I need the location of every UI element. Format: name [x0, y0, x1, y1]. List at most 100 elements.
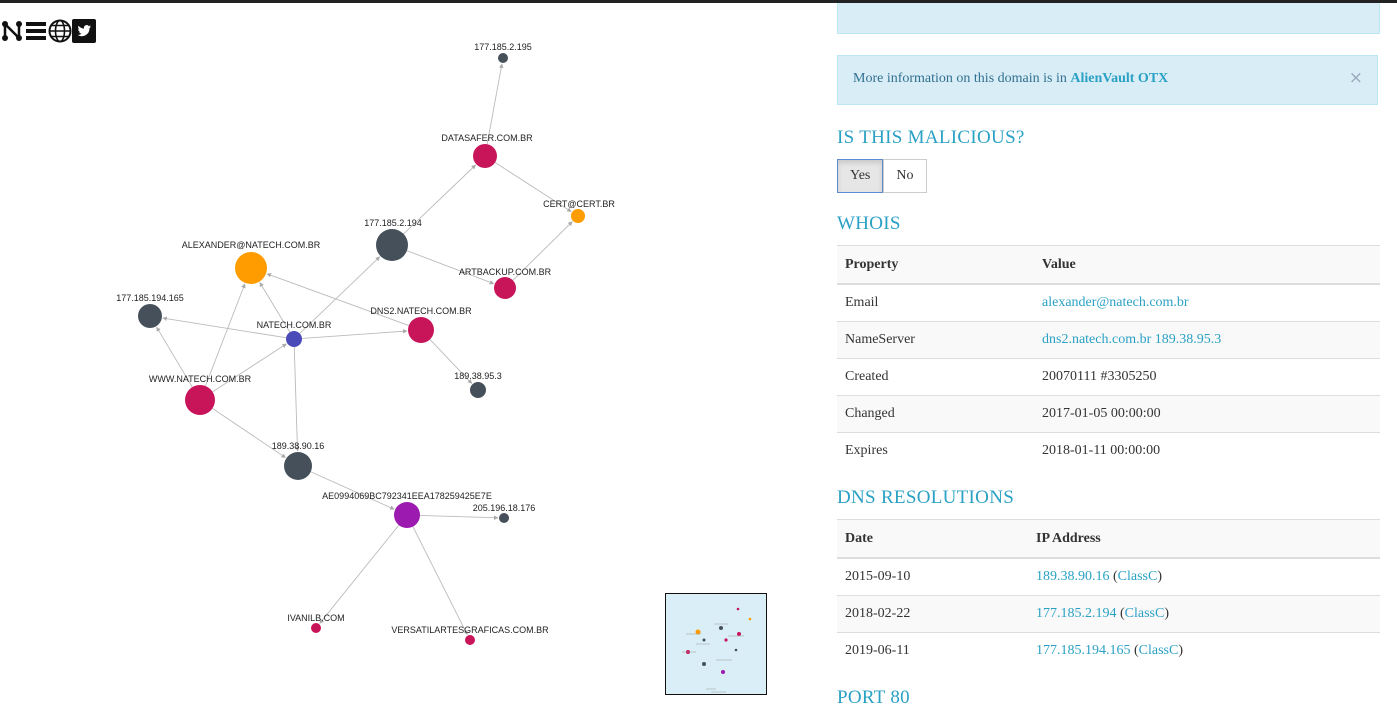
graph-node-ip[interactable]: 189.38.95.3	[454, 371, 502, 398]
whois-table: Property Value Email alexander@natech.co…	[837, 245, 1380, 469]
graph-node-label: 177.185.2.194	[364, 218, 422, 228]
graph-node-label: DNS2.NATECH.COM.BR	[370, 306, 472, 316]
whois-col-property: Property	[837, 245, 1034, 285]
graph-edge	[266, 273, 409, 326]
otx-alert-text: More information on this domain is in	[853, 71, 1071, 86]
whois-property: Expires	[837, 432, 1034, 469]
ip-link[interactable]: 189.38.90.16	[1036, 569, 1110, 584]
graph-node-circle[interactable]	[394, 502, 420, 528]
graph-node-label: 177.185.2.195	[474, 42, 532, 52]
list-icon[interactable]	[24, 17, 48, 45]
email-link[interactable]: alexander@natech.com.br	[1042, 295, 1189, 310]
dns-row: 2019-06-11 177.185.194.165 (ClassC)	[837, 632, 1380, 669]
graph-node-domain[interactable]: ARTBACKUP.COM.BR	[459, 267, 552, 299]
dns-date: 2015-09-10	[837, 557, 1028, 596]
graph-node-label: DATASAFER.COM.BR	[441, 133, 533, 143]
whois-value: alexander@natech.com.br	[1034, 283, 1380, 322]
graph-node-circle[interactable]	[376, 229, 408, 261]
graph-node-root[interactable]: NATECH.COM.BR	[257, 320, 332, 347]
info-panel: More information on this domain is in Al…	[837, 3, 1380, 708]
otx-alert-message: More information on this domain is in Al…	[853, 71, 1168, 87]
relationship-graph[interactable]: 177.185.2.195 DATASAFER.COM.BR CERT@CERT.B…	[0, 3, 820, 705]
graph-node-ip[interactable]: 177.185.2.194	[364, 218, 422, 261]
otx-alert: More information on this domain is in Al…	[837, 55, 1378, 105]
graph-node-domain[interactable]: VERSATILARTESGRAFICAS.COM.BR	[391, 625, 549, 645]
whois-row-nameserver: NameServer dns2.natech.com.br 189.38.95.…	[837, 321, 1380, 359]
no-button[interactable]: No	[883, 159, 927, 193]
dns-date: 2019-06-11	[837, 632, 1028, 669]
graph-node-circle[interactable]	[235, 252, 267, 284]
graph-node-label: IVANILB.COM	[287, 613, 344, 623]
graph-node-email[interactable]: CERT@CERT.BR	[543, 199, 615, 223]
graph-node-circle[interactable]	[284, 452, 312, 480]
ip-link[interactable]: 177.185.194.165	[1036, 643, 1131, 658]
graph-node-label: 177.185.194.165	[116, 293, 184, 303]
graph-node-label: 189.38.95.3	[454, 371, 502, 381]
graph-node-circle[interactable]	[286, 331, 302, 347]
graph-node-ip[interactable]: 205.196.18.176	[473, 503, 536, 523]
graph-edge	[319, 524, 400, 624]
graph-node-label: AE0994069BC792341EEA178259425E7E	[322, 491, 492, 501]
graph-edge	[412, 526, 468, 636]
whois-heading: WHOIS	[837, 213, 901, 234]
port-heading: PORT 80	[837, 687, 910, 708]
dns-table: Date IP Address 2015-09-10 189.38.90.16 …	[837, 519, 1380, 669]
graph-node-circle[interactable]	[571, 209, 585, 223]
graph-node-circle[interactable]	[311, 623, 321, 633]
dns-date: 2018-02-22	[837, 595, 1028, 633]
nameserver-link[interactable]: dns2.natech.com.br 189.38.95.3	[1042, 332, 1221, 347]
graph-node-circle[interactable]	[473, 144, 497, 168]
dns-ip-cell: 189.38.90.16 (ClassC)	[1028, 557, 1380, 596]
dns-col-ip: IP Address	[1028, 519, 1380, 559]
neo-logo-icon[interactable]	[0, 17, 24, 45]
graph-node-label: ALEXANDER@NATECH.COM.BR	[182, 240, 321, 250]
graph-node-hash[interactable]: AE0994069BC792341EEA178259425E7E	[322, 491, 492, 528]
globe-icon[interactable]	[48, 17, 72, 45]
top-alert	[837, 3, 1380, 34]
graph-node-domain[interactable]: IVANILB.COM	[287, 613, 345, 633]
whois-value: dns2.natech.com.br 189.38.95.3	[1034, 321, 1380, 359]
dns-row: 2018-02-22 177.185.2.194 (ClassC)	[837, 595, 1380, 633]
twitter-icon[interactable]	[72, 17, 96, 45]
graph-edge	[204, 283, 246, 387]
whois-col-value: Value	[1034, 245, 1380, 285]
graph-node-circle[interactable]	[499, 513, 509, 523]
ip-link[interactable]: 177.185.2.194	[1036, 606, 1117, 621]
dns-ip-cell: 177.185.2.194 (ClassC)	[1028, 595, 1380, 633]
class-link[interactable]: ClassC	[1125, 606, 1165, 621]
malicious-vote-group: Yes No	[837, 159, 927, 193]
graph-node-ip[interactable]: 177.185.2.195	[474, 42, 532, 63]
graph-node-ip[interactable]: 177.185.194.165	[116, 293, 184, 328]
whois-value: 2017-01-05 00:00:00	[1034, 395, 1380, 433]
graph-node-circle[interactable]	[465, 635, 475, 645]
class-link[interactable]: ClassC	[1118, 569, 1158, 584]
close-icon[interactable]: ×	[1349, 68, 1363, 88]
graph-node-circle[interactable]	[185, 385, 215, 415]
graph-node-domain[interactable]: WWW.NATECH.COM.BR	[149, 374, 252, 415]
graph-node-label: VERSATILARTESGRAFICAS.COM.BR	[391, 625, 549, 635]
graph-node-label: ARTBACKUP.COM.BR	[459, 267, 552, 277]
graph-node-circle[interactable]	[408, 317, 434, 343]
graph-node-circle[interactable]	[494, 277, 516, 299]
class-link[interactable]: ClassC	[1139, 643, 1179, 658]
graph-node-label: CERT@CERT.BR	[543, 199, 615, 209]
dns-header-row: Date IP Address	[837, 519, 1380, 559]
dns-row: 2015-09-10 189.38.90.16 (ClassC)	[837, 557, 1380, 596]
graph-minimap[interactable]	[665, 593, 767, 695]
graph-node-circle[interactable]	[470, 382, 486, 398]
dns-col-date: Date	[837, 519, 1028, 559]
graph-node-label: WWW.NATECH.COM.BR	[149, 374, 252, 384]
graph-node-circle[interactable]	[138, 304, 162, 328]
graph-toolbar	[0, 17, 96, 45]
whois-row-expires: Expires 2018-01-11 00:00:00	[837, 432, 1380, 469]
graph-node-domain[interactable]: DATASAFER.COM.BR	[441, 133, 533, 168]
graph-edge	[301, 329, 408, 339]
graph-edge	[419, 514, 499, 520]
graph-node-domain[interactable]: DNS2.NATECH.COM.BR	[370, 306, 472, 343]
whois-row-changed: Changed 2017-01-05 00:00:00	[837, 395, 1380, 433]
otx-link[interactable]: AlienVault OTX	[1070, 71, 1168, 86]
whois-property: NameServer	[837, 321, 1034, 359]
yes-button[interactable]: Yes	[837, 159, 884, 193]
graph-node-circle[interactable]	[498, 53, 508, 63]
graph-node-email[interactable]: ALEXANDER@NATECH.COM.BR	[182, 240, 321, 284]
